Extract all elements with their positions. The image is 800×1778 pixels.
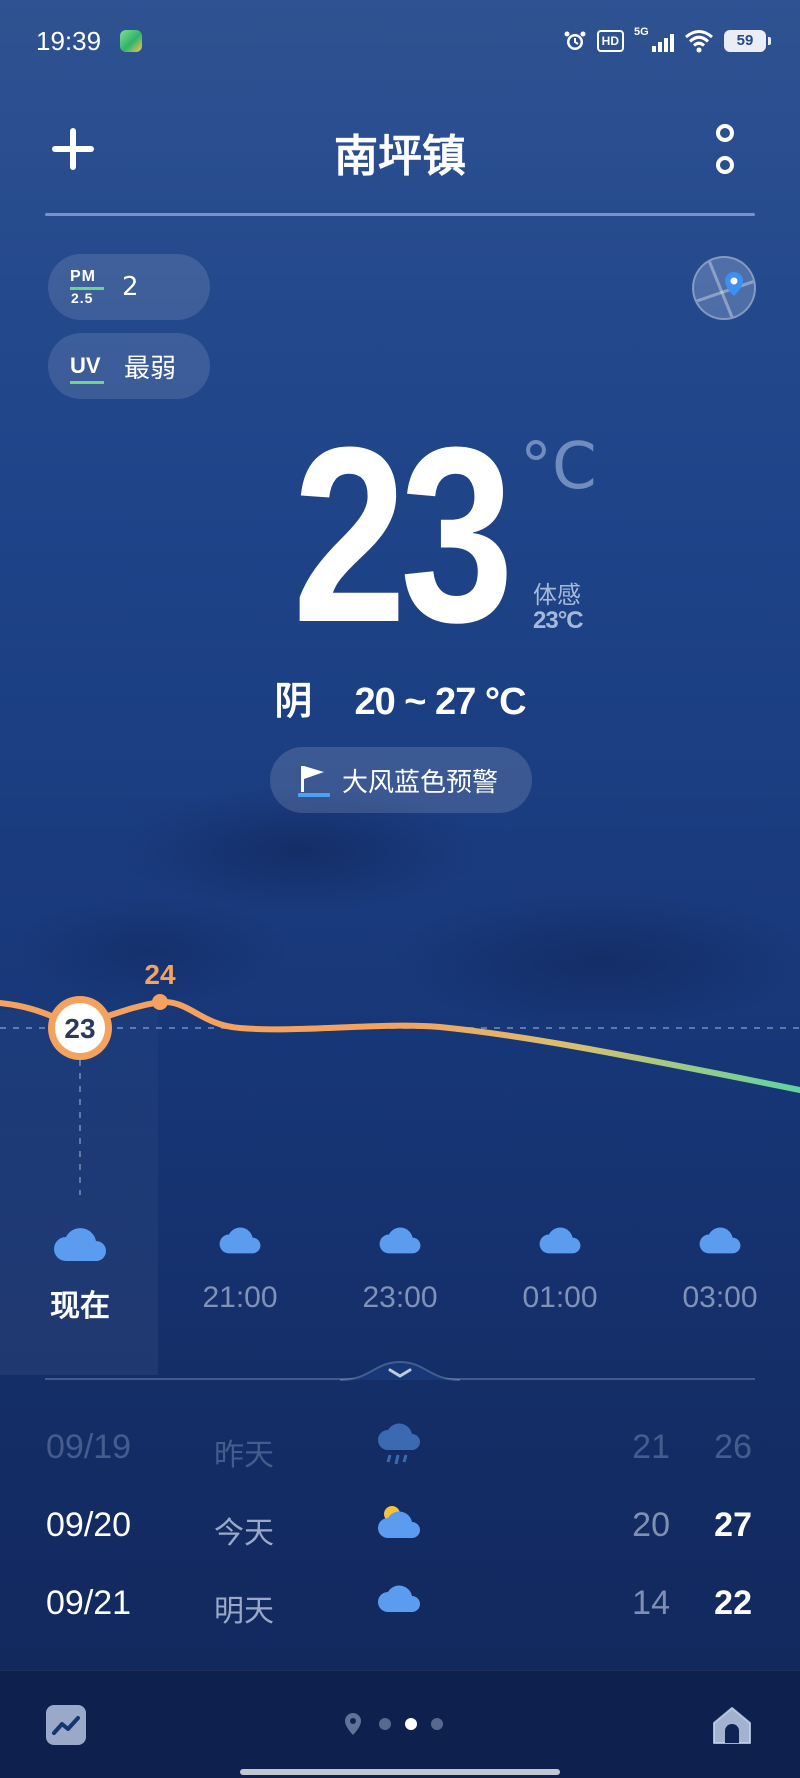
cloud-icon: [54, 1228, 106, 1261]
page-dot: [431, 1718, 443, 1730]
header: 南坪镇: [0, 110, 800, 190]
day-date: 09/21: [46, 1584, 132, 1622]
day-high-temp: 27: [714, 1506, 752, 1544]
hourly-item-2300[interactable]: 23:00: [335, 1225, 465, 1315]
condition-row: 阴 20 ~ 27 °C: [0, 670, 800, 725]
status-icons: HD 5G 59: [563, 26, 771, 54]
day-low-temp: 14: [632, 1584, 670, 1622]
status-time: 19:39: [36, 26, 102, 56]
hd-icon: HD: [596, 30, 624, 52]
cloud-icon: [699, 1227, 741, 1254]
expand-chevron-icon[interactable]: [340, 1358, 460, 1382]
daily-row-today[interactable]: 09/20 今天 20 27: [0, 1498, 800, 1558]
weather-alert-text: 大风蓝色预警: [342, 767, 499, 798]
day-low-temp: 21: [632, 1428, 670, 1466]
page-dot: [379, 1718, 391, 1730]
temperature-curve: [0, 998, 800, 1093]
bottom-bar: [0, 1670, 800, 1778]
cloud-icon: [379, 1227, 421, 1254]
uv-chip[interactable]: UV 最弱: [48, 333, 210, 399]
peak-label: 24: [144, 959, 176, 990]
day-name: 明天: [214, 1594, 274, 1629]
flag-icon: [298, 766, 330, 797]
network-type: 5G: [634, 26, 649, 38]
app-notification-icon: [120, 30, 142, 52]
weather-condition: 阴: [274, 679, 313, 723]
wifi-icon: [684, 29, 714, 53]
day-high-temp: 22: [714, 1584, 752, 1622]
day-low-temp: 20: [632, 1506, 670, 1544]
cloud-icon: [219, 1227, 261, 1254]
page-indicator[interactable]: [340, 1709, 460, 1739]
rain-cloud-icon: [378, 1423, 420, 1465]
cloud-icon: [539, 1227, 581, 1254]
city-title: 南坪镇: [334, 131, 466, 182]
location-dot-icon-center: [350, 1718, 356, 1724]
weather-alert-button[interactable]: 大风蓝色预警: [270, 747, 532, 813]
day-name: 今天: [214, 1516, 274, 1551]
day-date: 09/19: [46, 1428, 132, 1466]
hourly-time: 23:00: [362, 1281, 438, 1314]
home-icon[interactable]: [710, 1703, 754, 1747]
hourly-time: 21:00: [202, 1281, 278, 1314]
hourly-item-0100[interactable]: 01:00: [495, 1225, 625, 1315]
hourly-time: 01:00: [522, 1281, 598, 1314]
map-button[interactable]: [692, 256, 756, 320]
partly-cloudy-icon: [378, 1506, 420, 1538]
alarm-icon: [563, 29, 587, 53]
hourly-temperature-chart: 24 23: [0, 959, 800, 1195]
map-pin-icon: [694, 258, 754, 318]
peak-point: [152, 994, 168, 1010]
trend-icon: [52, 1716, 80, 1735]
hourly-time: 现在: [50, 1289, 110, 1324]
trend-chart-button[interactable]: [46, 1705, 86, 1745]
now-label: 23: [64, 1013, 95, 1044]
pm25-value: 2: [122, 272, 139, 302]
cloud-icon: [378, 1585, 420, 1612]
feels-like-label: 体感: [533, 581, 581, 609]
temperature-unit: °C: [520, 430, 597, 504]
current-temperature: 23: [292, 395, 514, 674]
daily-row-yesterday[interactable]: 09/19 昨天 21 26: [0, 1420, 800, 1480]
hourly-time: 03:00: [682, 1281, 758, 1314]
pm25-chip[interactable]: PM 2.5 2: [48, 254, 210, 320]
hourly-item-0300[interactable]: 03:00: [655, 1225, 785, 1315]
hourly-item-now[interactable]: 现在: [15, 1225, 145, 1325]
hourly-item-2100[interactable]: 21:00: [175, 1225, 305, 1315]
status-bar: 19:39 HD 5G 59: [0, 0, 800, 84]
day-name: 昨天: [214, 1438, 274, 1473]
temperature-range: 20 ~ 27 °C: [354, 681, 526, 723]
day-date: 09/20: [46, 1506, 132, 1544]
home-indicator[interactable]: [240, 1769, 560, 1775]
header-divider: [45, 213, 755, 216]
day-high-temp: 26: [714, 1428, 752, 1466]
uv-icon: UV: [70, 347, 106, 385]
signal-icon: 5G: [634, 26, 674, 54]
page-dot-active: [405, 1718, 417, 1730]
feels-like-value: 23°C: [533, 607, 584, 634]
daily-row-tomorrow[interactable]: 09/21 明天 14 22: [0, 1576, 800, 1636]
more-options-button[interactable]: [714, 124, 736, 174]
battery-icon: 59: [724, 30, 771, 52]
pm25-icon: PM 2.5: [70, 268, 104, 306]
uv-value: 最弱: [124, 353, 177, 384]
hourly-forecast[interactable]: 现在 21:00 23:00 01:00 03:00: [0, 1225, 800, 1335]
